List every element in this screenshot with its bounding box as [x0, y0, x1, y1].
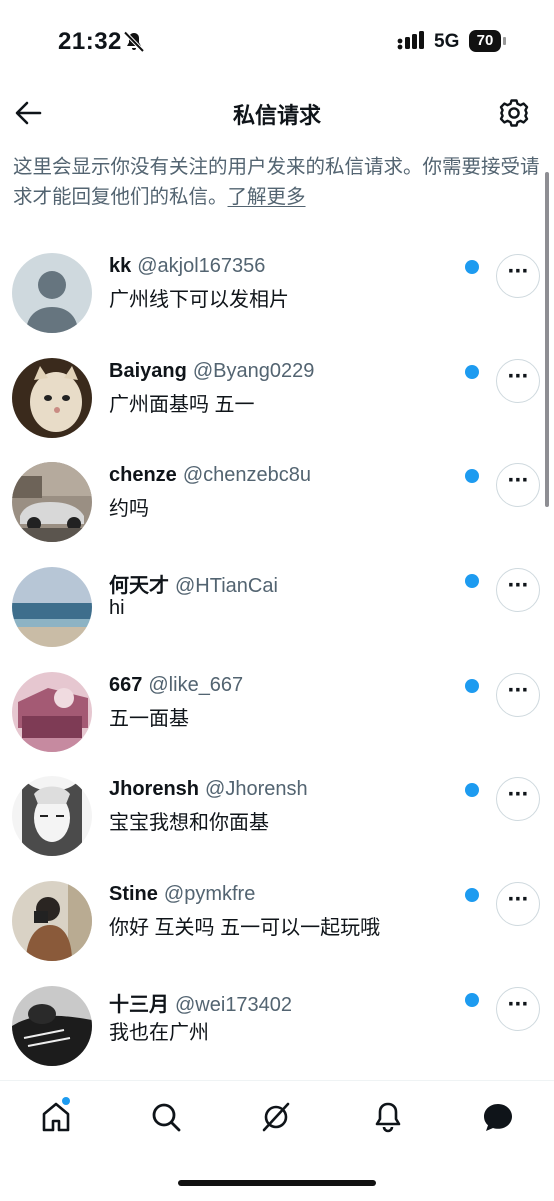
avatar[interactable]	[12, 671, 92, 752]
status-bar: 21:32 5G 70	[0, 0, 554, 84]
home-icon[interactable]	[38, 1099, 78, 1139]
more-button[interactable]: ···	[496, 882, 540, 927]
battery-icon: 70	[469, 30, 507, 52]
message-preview: hi	[109, 597, 125, 620]
more-icon: ···	[507, 362, 530, 390]
list-item[interactable]: Baiyang @Byang0229 广州面基吗 五一 ···	[0, 348, 554, 453]
more-button[interactable]: ···	[496, 672, 540, 717]
sender-handle: @like_667	[148, 673, 244, 696]
sender-line: kk @akjol167356	[109, 255, 265, 278]
sender-handle: @Byang0229	[192, 359, 315, 382]
sender-line: 十三月 @wei173402	[109, 988, 292, 1017]
battery-level: 70	[469, 30, 501, 52]
avatar[interactable]	[12, 881, 92, 962]
unread-dot	[465, 888, 479, 903]
avatar[interactable]	[12, 985, 92, 1066]
avatar[interactable]	[12, 776, 92, 857]
sender-name: chenze	[109, 464, 177, 487]
messages-icon[interactable]	[480, 1099, 520, 1139]
sender-name: 667	[109, 673, 143, 696]
sender-handle: @Jhorensh	[205, 778, 308, 801]
sender-name: kk	[109, 255, 132, 277]
list-item[interactable]: 何天才 @HTianCai hi ···	[0, 557, 554, 662]
more-button[interactable]: ···	[496, 777, 540, 822]
sender-name: Jhorensh	[109, 778, 200, 801]
unread-dot	[465, 992, 479, 1007]
sender-line: 667 @like_667	[109, 674, 243, 697]
list-item[interactable]: 十三月 @wei173402 我也在广州 ···	[0, 976, 554, 1081]
status-time: 21:32	[58, 28, 122, 55]
more-icon: ···	[507, 467, 530, 495]
more-button[interactable]: ···	[496, 358, 540, 403]
sender-line: 何天才 @HTianCai	[109, 569, 278, 598]
avatar[interactable]	[12, 357, 92, 438]
search-icon[interactable]	[148, 1099, 188, 1139]
requests-description: 这里会显示你没有关注的用户发来的私信请求。你需要接受请求才能回复他们的私信。了解…	[13, 152, 543, 212]
sender-handle: @HTianCai	[175, 575, 278, 598]
more-button[interactable]: ···	[496, 568, 540, 613]
unread-dot	[465, 364, 479, 379]
more-icon: ···	[507, 676, 530, 704]
list-item[interactable]: chenze @chenzebc8u 约吗 ···	[0, 452, 554, 557]
sender-handle: @wei173402	[175, 993, 293, 1016]
sender-name: Stine	[109, 883, 158, 906]
bell-off-icon	[123, 31, 145, 53]
network-type: 5G	[434, 31, 460, 52]
sender-name: Baiyang	[109, 359, 187, 382]
home-notification-dot	[62, 1097, 70, 1105]
sender-handle: @chenzebc8u	[182, 464, 311, 487]
more-icon: ···	[507, 572, 530, 600]
message-preview: 约吗	[109, 498, 149, 521]
message-preview: 广州线下可以发相片	[109, 289, 289, 311]
list-item[interactable]: Jhorensh @Jhorensh 宝宝我想和你面基 ···	[0, 766, 554, 871]
more-icon: ···	[507, 258, 530, 285]
avatar[interactable]	[12, 253, 92, 333]
message-preview: 宝宝我想和你面基	[109, 812, 269, 835]
sender-handle: @akjol167356	[137, 255, 266, 277]
signal-icon	[397, 31, 424, 50]
unread-dot	[465, 574, 479, 589]
more-icon: ···	[507, 886, 530, 914]
message-preview: 我也在广州	[109, 1021, 209, 1044]
more-button[interactable]: ···	[496, 986, 540, 1031]
sender-handle: @pymkfre	[163, 883, 256, 906]
grok-icon[interactable]	[258, 1099, 298, 1139]
bell-icon[interactable]	[370, 1099, 410, 1139]
home-indicator	[178, 1180, 376, 1186]
message-preview: 广州面基吗 五一	[109, 393, 255, 416]
unread-dot	[465, 260, 479, 274]
sender-line: Stine @pymkfre	[109, 883, 255, 906]
gear-icon[interactable]	[498, 97, 530, 129]
unread-dot	[465, 783, 479, 798]
sender-line: Jhorensh @Jhorensh	[109, 778, 308, 801]
header: 私信请求	[0, 84, 554, 146]
unread-dot	[465, 469, 479, 484]
list-item[interactable]: kk @akjol167356 广州线下可以发相片 ···	[0, 243, 554, 348]
list-item[interactable]: Stine @pymkfre 你好 互关吗 五一可以一起玩哦 ···	[0, 871, 554, 976]
learn-more-link[interactable]: 了解更多	[228, 186, 306, 208]
request-list: kk @akjol167356 广州线下可以发相片 ··· Baiyang @Bya…	[0, 243, 554, 1081]
sender-name: 何天才	[109, 575, 169, 598]
more-icon: ···	[507, 990, 530, 1018]
avatar[interactable]	[12, 567, 92, 648]
sender-line: Baiyang @Byang0229	[109, 360, 314, 383]
avatar[interactable]	[12, 462, 92, 543]
more-button[interactable]: ···	[496, 463, 540, 508]
page-title: 私信请求	[232, 103, 321, 128]
list-item[interactable]: 667 @like_667 五一面基 ···	[0, 662, 554, 767]
more-button[interactable]: ···	[496, 254, 540, 298]
sender-line: chenze @chenzebc8u	[109, 464, 311, 487]
sender-name: 十三月	[109, 993, 169, 1016]
message-preview: 你好 互关吗 五一可以一起玩哦	[109, 917, 381, 940]
message-preview: 五一面基	[109, 707, 189, 730]
unread-dot	[465, 678, 479, 693]
more-icon: ···	[507, 781, 530, 809]
